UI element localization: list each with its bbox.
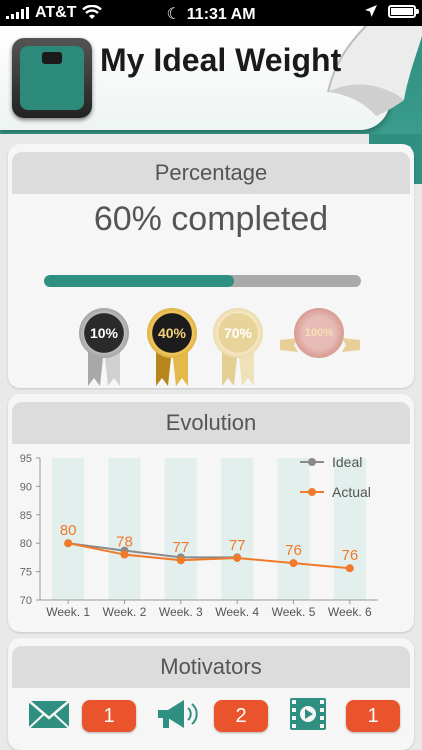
medal-40: 40%: [142, 308, 208, 388]
medal-10: 10%: [74, 308, 140, 388]
video-icon[interactable]: [288, 696, 328, 732]
progress-bar: [44, 275, 361, 287]
evolution-chart: 70 75 80 85 90 95 Week. 1 Week. 2 Week. 3 Week. 4…: [20, 453, 378, 619]
status-time: 11:31 AM: [186, 6, 256, 23]
chart-point-actual: [64, 539, 73, 548]
evolution-header: Evolution: [12, 402, 410, 444]
motivators-row: 1 2 1: [8, 696, 414, 736]
chart-y-tick-label: 70: [20, 595, 32, 607]
moon-icon: ☾: [166, 6, 181, 23]
legend-label-actual: Actual: [332, 484, 371, 500]
videos-count-badge[interactable]: 1: [346, 700, 400, 732]
chart-x-tick-label: Week. 1: [46, 605, 90, 619]
progress-fill: [44, 275, 235, 287]
motivators-card: Motivators 1 2 1: [8, 638, 414, 750]
chart-x-tick-label: Week. 5: [272, 605, 316, 619]
legend-label-ideal: Ideal: [332, 454, 362, 470]
status-bar: AT&T ☾ 11:31 AM: [0, 0, 422, 26]
app-header: My Ideal Weight: [0, 26, 422, 134]
chart-x-tick-label: Week. 3: [159, 605, 203, 619]
evolution-card: Evolution 70 75 80 85 90 95 Week. 1 Week. 2 Week…: [8, 394, 414, 632]
chart-point-actual: [120, 550, 129, 559]
messages-count-badge[interactable]: 1: [82, 700, 136, 732]
battery-icon: [388, 4, 419, 18]
chart-series-line-ideal: [68, 542, 238, 559]
chart-column-band: [333, 458, 366, 600]
chart-column-band: [221, 458, 254, 600]
chart-data-label: 77: [229, 537, 246, 554]
chart-data-label: 76: [285, 542, 302, 559]
scale-icon: [12, 38, 92, 118]
percentage-card: Percentage 60% completed 10% 40% 70% 100…: [8, 144, 414, 388]
chart-x-tick-label: Week. 2: [103, 605, 147, 619]
chart-column-band: [108, 458, 141, 600]
percentage-header: Percentage: [12, 152, 410, 194]
chart-x-tick-label: Week. 4: [215, 605, 259, 619]
chart-data-label: 77: [172, 539, 189, 556]
chart-y-tick-label: 95: [20, 453, 32, 465]
percent-completed-text: 60% completed: [93, 200, 329, 238]
chart-column-band: [164, 458, 197, 600]
location-arrow-icon: [365, 5, 377, 17]
megaphone-icon[interactable]: [154, 696, 204, 732]
motivators-header: Motivators: [12, 646, 410, 688]
medal-70: 70%: [208, 308, 274, 388]
chart-point-actual: [176, 556, 185, 565]
legend-marker-actual: [308, 488, 316, 496]
envelope-icon[interactable]: [26, 696, 72, 732]
chart-point-actual: [233, 553, 242, 562]
chart-x-tick-label: Week. 6: [328, 605, 372, 619]
chart-y-tick-label: 75: [20, 567, 32, 579]
chart-point-actual: [345, 564, 354, 573]
legend-marker-ideal: [308, 458, 316, 466]
chart-y-tick-label: 90: [20, 481, 32, 493]
chart-point-actual: [289, 559, 298, 568]
announcements-count-badge[interactable]: 2: [214, 700, 268, 732]
chart-column-band: [277, 458, 310, 600]
app-title: My Ideal Weight: [100, 42, 342, 78]
medal-100: 100%: [280, 308, 360, 388]
chart-data-label: 76: [341, 547, 358, 564]
chart-y-tick-label: 85: [20, 510, 32, 522]
chart-y-tick-label: 80: [20, 538, 32, 550]
chart-data-label: 80: [60, 522, 77, 539]
chart-data-label: 78: [116, 534, 133, 551]
